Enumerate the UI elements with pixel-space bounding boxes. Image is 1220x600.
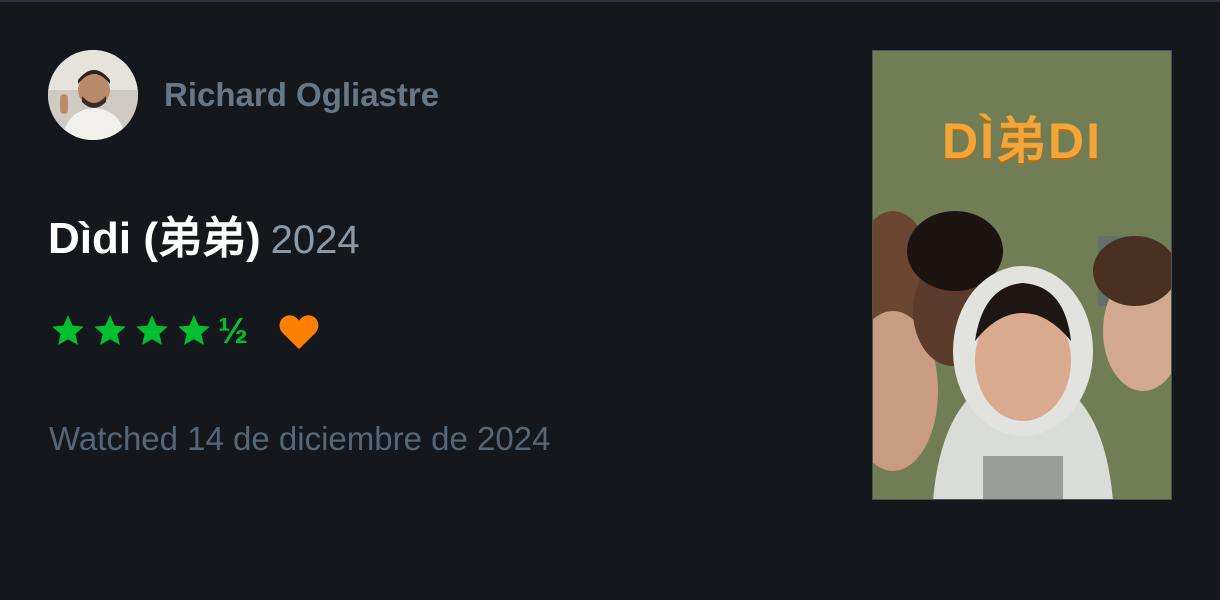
star-icon — [178, 315, 210, 345]
film-poster[interactable]: DÌ弟DI — [872, 50, 1172, 500]
star-icon — [136, 315, 168, 345]
reviewer-name[interactable]: Richard Ogliastre — [164, 76, 439, 114]
film-heading: Dìdi (弟弟) 2024 — [48, 202, 360, 266]
rating-row: ½ — [50, 312, 320, 350]
avatar[interactable] — [48, 50, 138, 140]
reviewer-row[interactable]: Richard Ogliastre — [48, 50, 439, 140]
review-card: Richard Ogliastre Dìdi (弟弟) 2024 ½ Watche… — [0, 2, 1220, 600]
poster-title: DÌ弟DI — [942, 113, 1102, 169]
film-title[interactable]: Dìdi (弟弟) — [48, 214, 261, 263]
heart-icon — [279, 315, 319, 350]
half-star-icon: ½ — [218, 310, 249, 351]
star-icon — [52, 315, 84, 345]
star-icon — [94, 315, 126, 345]
star-rating: ½ — [50, 313, 248, 349]
watched-date: Watched 14 de diciembre de 2024 — [49, 420, 551, 457]
film-year[interactable]: 2024 — [271, 218, 360, 262]
